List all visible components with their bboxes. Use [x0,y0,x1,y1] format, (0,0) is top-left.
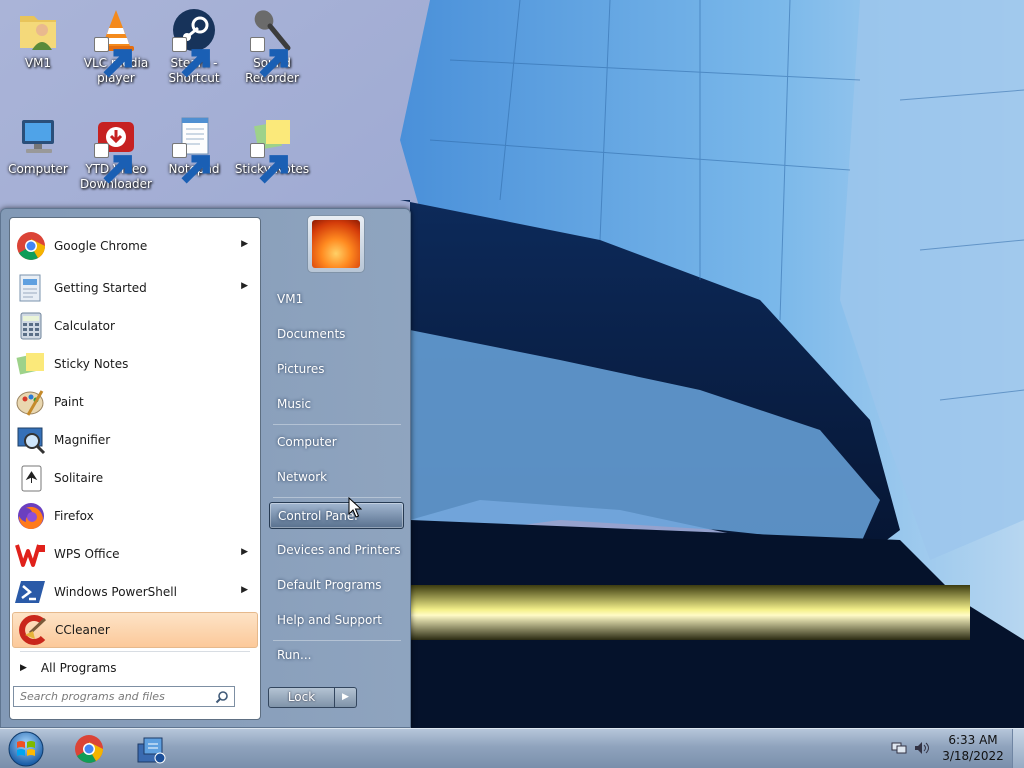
right-item-network[interactable]: Network [269,464,404,491]
right-item-computer[interactable]: Computer [269,429,404,456]
firefox-icon [18,503,44,530]
shortcut-arrow-icon [172,143,210,184]
taskbar-chrome-button[interactable] [72,732,106,766]
chrome-icon [17,232,45,260]
program-getting-started[interactable]: Getting Started ▶ [12,270,258,306]
right-separator [273,424,401,425]
desktop-icon-ytd[interactable]: YTD Video Downloader [78,112,154,192]
shortcut-arrow-icon [172,37,210,78]
magnifier-icon [17,427,46,455]
calculator-icon [20,312,42,340]
program-windows-powershell[interactable]: Windows PowerShell ▶ [12,574,258,610]
program-solitaire[interactable]: Solitaire [12,460,258,496]
programs-separator [20,651,250,652]
shortcut-arrow-icon [94,143,132,184]
desktop-icon-computer[interactable]: Computer [0,112,76,177]
network-tray-icon[interactable] [891,740,907,756]
lock-button[interactable]: Lock [268,687,335,708]
desktop-icon-vlc[interactable]: VLC media player [78,6,154,86]
program-wps-office[interactable]: WPS Office ▶ [12,536,258,572]
desktop-icon-sound-recorder[interactable]: Sound Recorder [234,6,310,86]
program-ccleaner[interactable]: CCleaner [12,612,258,648]
right-item-pictures[interactable]: Pictures [269,356,404,383]
shutdown-options-arrow-button[interactable]: ▶ [335,687,357,708]
right-separator [273,640,401,641]
submenu-arrow-icon: ▶ [241,585,248,595]
flower-avatar-icon [312,220,360,268]
all-programs-button[interactable]: ▶ All Programs [12,657,258,679]
right-item-documents[interactable]: Documents [269,321,404,348]
search-input[interactable] [13,686,235,707]
program-calculator[interactable]: Calculator [12,308,258,344]
shortcut-arrow-icon [94,37,132,78]
start-menu-programs-pane: Google Chrome ▶ Getting Started ▶ Calcul… [9,217,261,720]
paint-icon [16,390,44,416]
sticky-notes-icon [16,353,44,375]
chrome-icon [75,735,103,763]
submenu-arrow-icon: ▶ [241,281,248,291]
computer-icon [22,120,54,153]
right-item-devices-and-printers[interactable]: Devices and Printers [269,537,404,564]
start-menu: Google Chrome ▶ Getting Started ▶ Calcul… [0,208,411,728]
program-paint[interactable]: Paint [12,384,258,420]
ccleaner-icon [19,615,47,645]
right-separator [273,497,401,498]
clock-time[interactable]: 6:33 AM [942,733,1004,747]
clock-date[interactable]: 3/18/2022 [942,749,1004,763]
program-sticky-notes[interactable]: Sticky Notes [12,346,258,382]
shortcut-arrow-icon [250,37,288,78]
right-item-control-panel[interactable]: Control Panel [269,502,404,529]
search-icon[interactable] [215,690,229,704]
show-desktop-button[interactable] [1012,729,1024,768]
desktop-icon-steam[interactable]: Steam - Shortcut [156,6,232,86]
volume-icon[interactable] [913,740,931,756]
desktop-icon-sticky-notes[interactable]: Sticky Notes [234,112,310,184]
desktop-icon-notepad[interactable]: Notepad [156,112,232,184]
mouse-cursor-icon [348,497,362,518]
program-google-chrome[interactable]: Google Chrome ▶ [12,228,258,264]
taskbar-network-app-button[interactable] [134,732,168,766]
program-firefox[interactable]: Firefox [12,498,258,534]
shortcut-arrow-icon [250,143,288,184]
solitaire-icon [21,465,42,492]
right-item-run[interactable]: Run... [269,642,404,669]
taskbar [0,728,1024,768]
right-item-default-programs[interactable]: Default Programs [269,572,404,599]
start-button[interactable] [6,730,46,768]
user-folder-icon [20,16,56,50]
powershell-icon [15,581,45,603]
right-item-music[interactable]: Music [269,391,404,418]
submenu-arrow-icon: ▶ [241,547,248,557]
getting-started-icon [19,274,41,302]
expand-arrow-icon: ▶ [20,663,27,673]
network-app-icon [137,737,166,764]
wps-office-icon [15,544,45,567]
right-item-help-and-support[interactable]: Help and Support [269,607,404,634]
user-avatar[interactable] [307,215,365,273]
right-item-vm1[interactable]: VM1 [269,286,404,313]
submenu-arrow-icon: ▶ [241,239,248,249]
program-magnifier[interactable]: Magnifier [12,422,258,458]
desktop-icon-vm1[interactable]: VM1 [0,6,76,71]
